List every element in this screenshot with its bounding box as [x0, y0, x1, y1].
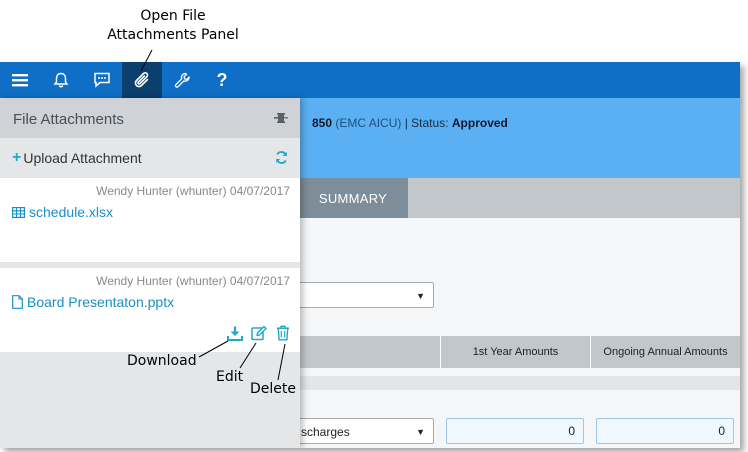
charge-type-value: scharges [301, 425, 350, 439]
status-label: | Status: [404, 116, 449, 130]
trash-icon [277, 325, 289, 341]
amounts-table-header: 1st Year Amounts Ongoing Annual Amounts [290, 336, 740, 368]
dropdown-caret-icon: ▼ [416, 427, 425, 437]
app-window: ? 850 (EMC AICU) | Status: Approved SUMM… [0, 62, 740, 448]
attachment-link[interactable]: schedule.xlsx [12, 204, 113, 220]
dropdown-caret-icon: ▼ [416, 291, 425, 301]
help-button[interactable]: ? [202, 62, 242, 98]
paperclip-icon [134, 72, 149, 88]
attachment-link[interactable]: Board Presentaton.pptx [12, 294, 174, 310]
attachment-meta: Wendy Hunter (whunter) 04/07/2017 [96, 184, 290, 198]
comments-button[interactable] [82, 62, 122, 98]
charge-type-select[interactable]: scharges ▼ [290, 418, 434, 444]
attachment-filename: Board Presentaton.pptx [27, 294, 175, 310]
pin-icon[interactable] [274, 112, 288, 124]
attachment-actions [226, 324, 292, 342]
table-section-divider [290, 376, 740, 390]
hamburger-icon [12, 74, 28, 87]
record-status-line: 850 (EMC AICU) | Status: Approved [312, 116, 508, 130]
question-mark-icon: ? [216, 70, 228, 90]
callout-open-panel-line1: Open File [140, 8, 206, 24]
attachments-button[interactable] [122, 62, 162, 98]
callout-open-panel: Open File Attachments Panel [103, 7, 243, 45]
callout-delete: Delete [250, 381, 296, 397]
column-first-year: 1st Year Amounts [440, 336, 590, 368]
top-toolbar: ? [0, 62, 740, 98]
plus-icon: + [12, 149, 22, 166]
document-icon [12, 295, 23, 309]
delete-button[interactable] [274, 324, 292, 342]
callout-open-panel-line2: Attachments Panel [107, 27, 239, 43]
attachment-item: Wendy Hunter (whunter) 04/07/2017 Board … [0, 268, 300, 352]
callout-download: Download [127, 353, 197, 369]
menu-button[interactable] [0, 62, 40, 98]
category-select[interactable]: ▼ [290, 282, 434, 308]
refresh-icon[interactable] [275, 151, 288, 164]
panel-header: File Attachments [0, 98, 300, 138]
project-subtitle: (EMC AICU) [335, 116, 402, 130]
chat-icon [94, 72, 110, 88]
callout-edit: Edit [216, 369, 244, 385]
column-ongoing-annual: Ongoing Annual Amounts [590, 336, 740, 368]
spreadsheet-icon [12, 206, 25, 218]
bell-icon [53, 72, 69, 87]
download-button[interactable] [226, 324, 244, 342]
edit-button[interactable] [250, 324, 268, 342]
ongoing-amount-input[interactable]: 0 [596, 418, 734, 444]
notifications-button[interactable] [41, 62, 81, 98]
attachment-filename: schedule.xlsx [29, 204, 114, 220]
project-code: 850 [312, 116, 333, 130]
tab-summary[interactable]: SUMMARY [298, 178, 408, 218]
attachment-item: Wendy Hunter (whunter) 04/07/2017 schedu… [0, 178, 300, 262]
upload-row: + Upload Attachment [0, 138, 300, 178]
tools-button[interactable] [162, 62, 202, 98]
upload-attachment-label: Upload Attachment [23, 150, 142, 166]
upload-attachment-button[interactable]: + Upload Attachment [12, 149, 142, 167]
status-value: Approved [451, 116, 508, 130]
attachment-meta: Wendy Hunter (whunter) 04/07/2017 [96, 274, 290, 288]
edit-icon [251, 325, 267, 341]
first-year-amount-input[interactable]: 0 [446, 418, 584, 444]
wrench-icon [174, 72, 190, 88]
panel-title: File Attachments [13, 111, 124, 128]
download-icon [227, 326, 243, 341]
